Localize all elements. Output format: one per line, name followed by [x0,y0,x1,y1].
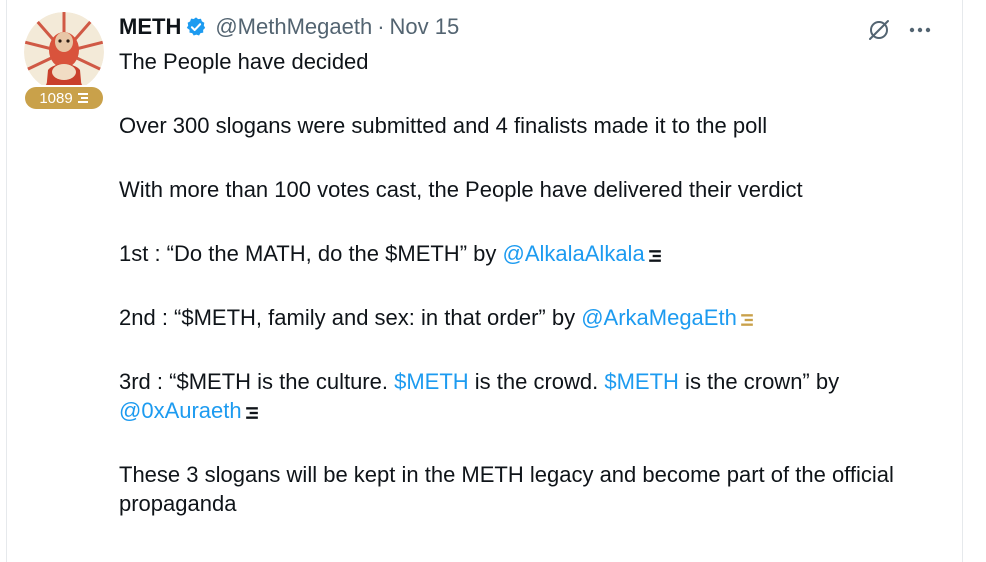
grok-button[interactable] [863,14,895,46]
more-horizontal-icon [909,27,931,33]
megaeth-icon [245,406,259,420]
megaeth-icon [77,92,89,104]
grok-icon [869,20,889,40]
slogan-second: 2nd : “$METH, family and sex: in that or… [119,303,939,332]
slogan-third: 3rd : “$METH is the culture. $METH is th… [119,367,939,425]
mention-link[interactable]: @0xAuraeth [119,398,242,423]
slogan-first: 1st : “Do the MATH, do the $METH” by @Al… [119,239,939,268]
megaeth-icon [648,249,662,263]
megaeth-icon [740,313,754,327]
mention-link[interactable]: @ArkaMegaEth [581,305,737,330]
slogan-second-text: 2nd : “$METH, family and sex: in that or… [119,305,582,330]
tweet-line: The People have decided [119,49,369,74]
verified-badge-icon[interactable] [185,16,207,38]
cashtag-link[interactable]: $METH [604,369,679,394]
frame-border-left [6,0,7,562]
avatar[interactable] [24,12,104,92]
author-handle[interactable]: @MethMegaeth [215,14,372,40]
author-name[interactable]: METH [119,14,181,40]
tweet-line: These 3 slogans will be kept in the METH… [119,462,894,516]
frame-border-right [962,0,963,562]
slogan-third-text: 3rd : “$METH is the culture. [119,369,395,394]
slogan-third-text: is the crown” by [678,369,840,394]
tweet-text: The People have decided Over 300 slogans… [119,47,939,518]
tweet-date[interactable]: Nov 15 [390,14,460,40]
avatar-illustration [24,12,104,92]
slogan-first-text: 1st : “Do the MATH, do the $METH” by [119,241,503,266]
mention-link[interactable]: @AlkalaAlkala [503,241,645,266]
tweet-line: Over 300 slogans were submitted and 4 fi… [119,113,768,138]
badge-count[interactable]: 1089 [25,87,103,109]
tweet-header: METH @MethMegaeth · Nov 15 [119,12,459,42]
header-separator: · [377,14,385,39]
slogan-third-text: is the crowd. [468,369,605,394]
badge-count-value: 1089 [39,89,73,107]
tweet-line: With more than 100 votes cast, the Peopl… [119,177,803,202]
cashtag-link[interactable]: $METH [394,369,469,394]
more-options-button[interactable] [901,14,939,46]
